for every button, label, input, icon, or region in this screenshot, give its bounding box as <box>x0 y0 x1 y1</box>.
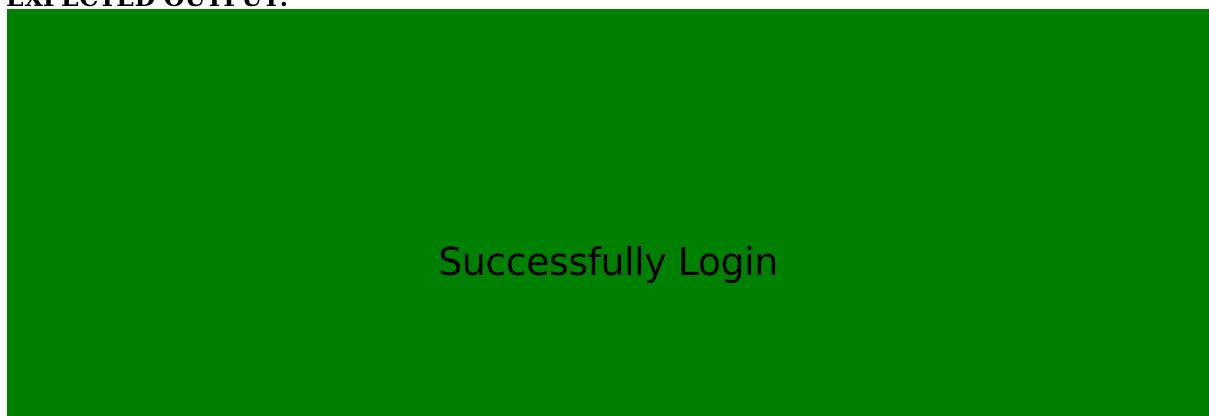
success-panel: Successfully Login <box>7 9 1209 416</box>
success-message: Successfully Login <box>438 239 778 284</box>
page: EXPECTED OUTPUT: Successfully Login <box>0 0 1209 416</box>
